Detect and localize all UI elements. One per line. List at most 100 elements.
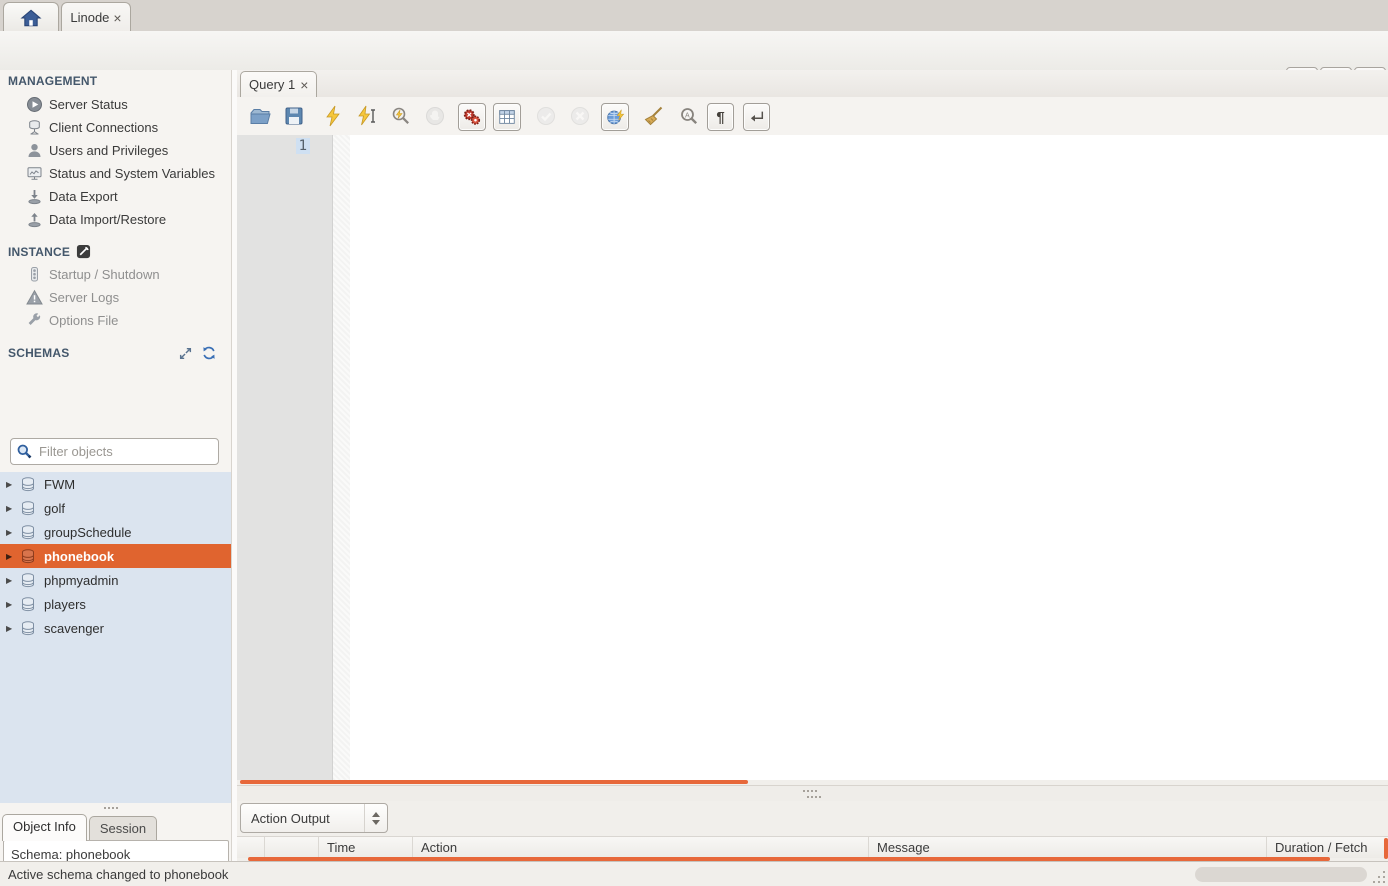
sidebar-item-options-file[interactable]: Options File bbox=[0, 309, 231, 332]
wrap-text-icon bbox=[748, 108, 766, 126]
broom-icon bbox=[642, 105, 664, 127]
connection-tab-close-icon[interactable]: × bbox=[113, 11, 121, 25]
home-tab[interactable] bbox=[3, 2, 59, 32]
sidebar-item-server-status[interactable]: Server Status bbox=[0, 93, 231, 116]
output-selector[interactable]: Action Output bbox=[240, 803, 388, 833]
schema-name: groupSchedule bbox=[44, 525, 131, 540]
beautify-button[interactable] bbox=[640, 103, 666, 129]
schema-icon bbox=[20, 548, 36, 565]
schema-icon bbox=[20, 476, 36, 493]
mysql-workbench-window: Linode × SQL SQL bbox=[0, 0, 1388, 886]
splitter-handle[interactable] bbox=[807, 796, 809, 798]
expander-icon[interactable]: ▶ bbox=[6, 576, 16, 585]
spinner-down-icon bbox=[372, 820, 380, 825]
instance-section-title: INSTANCE bbox=[8, 245, 70, 259]
column-time[interactable]: Time bbox=[319, 837, 413, 858]
column-action[interactable]: Action bbox=[413, 837, 869, 858]
sidebar-splitter-handle[interactable] bbox=[104, 807, 106, 809]
schema-list: ▶ FWM ▶ golf ▶ groupSchedule ▶ phonebook… bbox=[0, 472, 231, 803]
editor-horizontal-scrollbar[interactable] bbox=[240, 780, 748, 784]
wrap-text-button[interactable] bbox=[743, 103, 770, 131]
open-file-icon bbox=[249, 105, 271, 127]
schema-name: phonebook bbox=[44, 549, 114, 564]
sidebar-item-data-import[interactable]: Data Import/Restore bbox=[0, 208, 231, 231]
schema-row-phonebook-selected[interactable]: ▶ phonebook bbox=[0, 544, 231, 568]
sidebar-item-system-variables[interactable]: Status and System Variables bbox=[0, 162, 231, 185]
schema-filter-input[interactable] bbox=[37, 443, 218, 460]
schema-icon bbox=[20, 524, 36, 541]
schemas-section-header: SCHEMAS bbox=[8, 345, 223, 361]
schema-row-scavenger[interactable]: ▶ scavenger bbox=[0, 616, 231, 640]
limit-rows-grid-icon bbox=[497, 107, 517, 127]
column-message[interactable]: Message bbox=[869, 837, 1267, 858]
save-script-button[interactable] bbox=[281, 103, 307, 129]
search-icon bbox=[16, 443, 33, 460]
output-selector-spinner[interactable] bbox=[364, 804, 387, 832]
instance-config-icon[interactable] bbox=[76, 244, 91, 259]
column-duration-fetch[interactable]: Duration / Fetch bbox=[1267, 837, 1388, 858]
sidebar-item-startup-shutdown[interactable]: Startup / Shutdown bbox=[0, 263, 231, 286]
column-icon[interactable] bbox=[237, 837, 265, 858]
schema-icon bbox=[20, 572, 36, 589]
schema-row-players[interactable]: ▶ players bbox=[0, 592, 231, 616]
schema-name: golf bbox=[44, 501, 65, 516]
explain-button[interactable] bbox=[388, 103, 414, 129]
expander-icon[interactable]: ▶ bbox=[6, 480, 16, 489]
splitter-handle[interactable] bbox=[803, 790, 805, 792]
sidebar-item-label: Server Status bbox=[49, 97, 128, 112]
stop-on-error-icon bbox=[462, 107, 482, 127]
fold-margin bbox=[333, 135, 350, 780]
schema-icon bbox=[20, 620, 36, 637]
sidebar-item-label: Status and System Variables bbox=[49, 166, 215, 181]
limit-rows-button[interactable] bbox=[493, 103, 521, 131]
schema-row-golf[interactable]: ▶ golf bbox=[0, 496, 231, 520]
tab-object-info[interactable]: Object Info bbox=[2, 814, 87, 841]
autocommit-icon bbox=[605, 107, 625, 127]
expander-icon[interactable]: ▶ bbox=[6, 552, 16, 561]
expander-icon[interactable]: ▶ bbox=[6, 504, 16, 513]
connection-tab-linode[interactable]: Linode × bbox=[61, 2, 131, 32]
refresh-schemas-icon[interactable] bbox=[201, 345, 217, 361]
open-file-button[interactable] bbox=[247, 103, 273, 129]
server-logs-icon bbox=[26, 289, 43, 306]
users-icon bbox=[26, 142, 43, 159]
expander-icon[interactable]: ▶ bbox=[6, 528, 16, 537]
tab-query-1[interactable]: Query 1 × bbox=[240, 71, 317, 97]
toggle-autocommit-button[interactable] bbox=[601, 103, 629, 131]
column-index[interactable] bbox=[265, 837, 319, 858]
find-magnifier-icon: A bbox=[678, 105, 700, 127]
schemas-section-title: SCHEMAS bbox=[8, 346, 178, 360]
toggle-stop-on-error-button[interactable] bbox=[458, 103, 486, 131]
sidebar-item-data-export[interactable]: Data Export bbox=[0, 185, 231, 208]
schema-row-phpmyadmin[interactable]: ▶ phpmyadmin bbox=[0, 568, 231, 592]
output-vertical-scrollbar[interactable] bbox=[1384, 838, 1388, 859]
sidebar-item-label: Users and Privileges bbox=[49, 143, 168, 158]
status-message: Active schema changed to phonebook bbox=[8, 867, 228, 882]
output-splitter[interactable] bbox=[237, 785, 1388, 801]
schema-name: scavenger bbox=[44, 621, 104, 636]
management-section-title: MANAGEMENT bbox=[8, 74, 97, 88]
schema-row-groupschedule[interactable]: ▶ groupSchedule bbox=[0, 520, 231, 544]
schema-name: players bbox=[44, 597, 86, 612]
sidebar-item-server-logs[interactable]: Server Logs bbox=[0, 286, 231, 309]
execute-button[interactable] bbox=[320, 103, 346, 129]
tab-session[interactable]: Session bbox=[89, 816, 157, 841]
sql-editor[interactable]: 1 bbox=[237, 135, 1388, 780]
status-bar: Active schema changed to phonebook bbox=[0, 861, 1388, 886]
stop-button bbox=[422, 103, 448, 129]
commit-check-icon bbox=[535, 105, 557, 127]
show-invisibles-button[interactable]: ¶ bbox=[707, 103, 734, 131]
execute-current-button[interactable] bbox=[354, 103, 380, 129]
find-button[interactable]: A bbox=[676, 103, 702, 129]
spinner-up-icon bbox=[372, 812, 380, 817]
window-tab-bar: Linode × bbox=[0, 0, 1388, 32]
window-resize-grip[interactable] bbox=[1373, 871, 1385, 883]
expander-icon[interactable]: ▶ bbox=[6, 624, 16, 633]
sidebar-item-client-connections[interactable]: Client Connections bbox=[0, 116, 231, 139]
schema-row-fwm[interactable]: ▶ FWM bbox=[0, 472, 231, 496]
expand-schemas-icon[interactable] bbox=[178, 346, 193, 361]
expander-icon[interactable]: ▶ bbox=[6, 600, 16, 609]
sidebar-item-label: Startup / Shutdown bbox=[49, 267, 160, 282]
sidebar-item-users-privileges[interactable]: Users and Privileges bbox=[0, 139, 231, 162]
query-tab-close-icon[interactable]: × bbox=[300, 78, 308, 92]
